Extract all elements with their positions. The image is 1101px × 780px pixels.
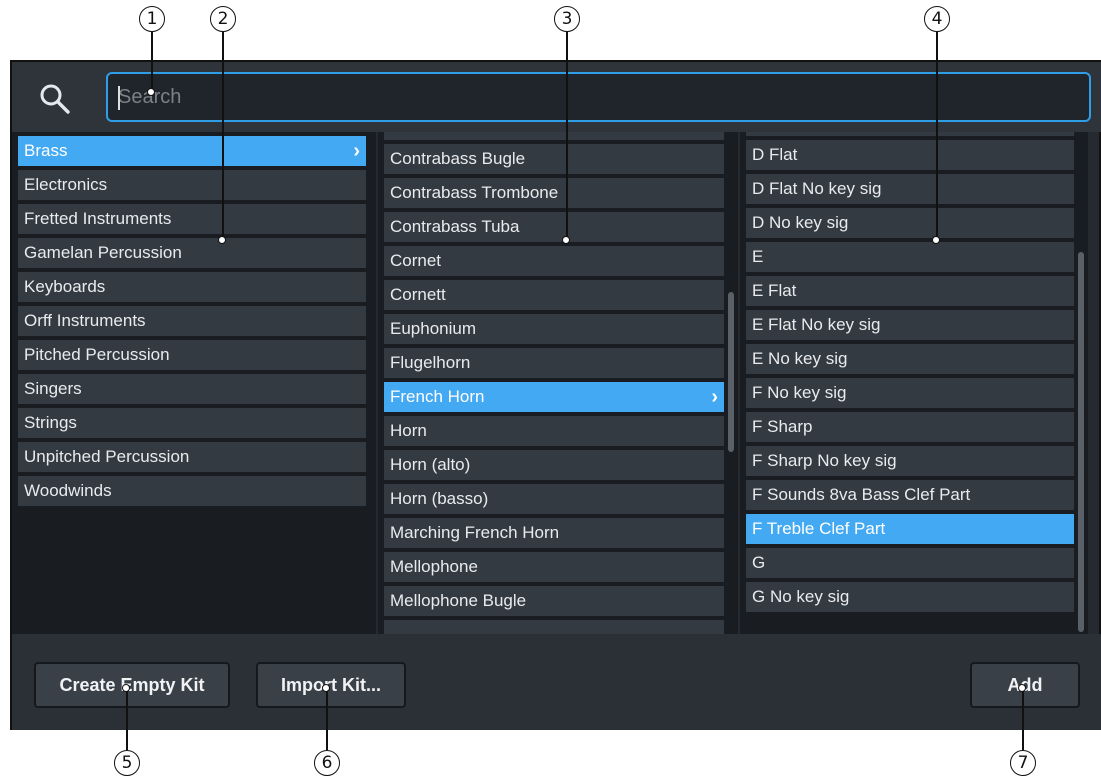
dialog-footer: Create Empty Kit Import Kit... Add	[12, 634, 1101, 730]
category-item-orff-instruments[interactable]: Orff Instruments	[18, 306, 366, 336]
category-item-unpitched-percussion[interactable]: Unpitched Percussion	[18, 442, 366, 472]
category-item-fretted-instruments[interactable]: Fretted Instruments	[18, 204, 366, 234]
callout-anchor-2	[218, 236, 226, 244]
instrument-item[interactable]: Horn (alto)	[384, 450, 724, 480]
instrument-item[interactable]: Mellophone	[384, 552, 724, 582]
variant-item[interactable]: D Flat No key sig	[746, 174, 1074, 204]
category-item-electronics[interactable]: Electronics	[18, 170, 366, 200]
instrument-item-french-horn[interactable]: French Horn ›	[384, 382, 724, 412]
variant-item-f-treble-clef-part[interactable]: F Treble Clef Part	[746, 514, 1074, 544]
instrument-item[interactable]: Contrabass Bugle	[384, 144, 724, 174]
category-item-brass[interactable]: Brass ›	[18, 136, 366, 166]
instrument-item[interactable]: Euphonium	[384, 314, 724, 344]
create-empty-kit-button[interactable]: Create Empty Kit	[34, 662, 230, 708]
variant-item[interactable]: E Flat	[746, 276, 1074, 306]
instrument-item[interactable]: Horn	[384, 416, 724, 446]
leader-6	[326, 686, 328, 750]
callout-anchor-1	[147, 88, 155, 96]
instrument-item[interactable]: Contrabass Trombone	[384, 178, 724, 208]
callout-anchor-7	[1018, 684, 1026, 692]
leader-1	[151, 32, 153, 92]
search-input[interactable]	[106, 72, 1091, 122]
variant-item[interactable]: G	[746, 548, 1074, 578]
variant-item[interactable]: E No key sig	[746, 344, 1074, 374]
instrument-item[interactable]: Marching French Horn	[384, 518, 724, 548]
instrument-item[interactable]: Cornett	[384, 280, 724, 310]
partial-item-top	[746, 132, 1074, 136]
instrument-item[interactable]: Horn (basso)	[384, 484, 724, 514]
category-item-strings[interactable]: Strings	[18, 408, 366, 438]
variant-item[interactable]: F Sharp	[746, 412, 1074, 442]
callout-anchor-4	[932, 236, 940, 244]
instrument-item[interactable]: Cornet	[384, 246, 724, 276]
category-item-singers[interactable]: Singers	[18, 374, 366, 404]
callout-anchor-5	[122, 684, 130, 692]
callout-6: 6	[314, 750, 340, 776]
leader-7	[1022, 686, 1024, 750]
callout-5: 5	[114, 750, 140, 776]
category-item-gamelan-percussion[interactable]: Gamelan Percussion	[18, 238, 366, 268]
category-item-pitched-percussion[interactable]: Pitched Percussion	[18, 340, 366, 370]
callout-7: 7	[1010, 750, 1036, 776]
callout-3: 3	[554, 6, 580, 32]
scrollbar-thumb[interactable]	[1078, 252, 1084, 632]
leader-3	[566, 32, 568, 240]
variant-item[interactable]: F Sharp No key sig	[746, 446, 1074, 476]
scrollbar-thumb[interactable]	[728, 292, 734, 452]
callout-anchor-6	[322, 684, 330, 692]
category-item-keyboards[interactable]: Keyboards	[18, 272, 366, 302]
variant-item[interactable]: D Flat	[746, 140, 1074, 170]
variant-item[interactable]: E Flat No key sig	[746, 310, 1074, 340]
callout-1: 1	[139, 6, 165, 32]
partial-item-top	[384, 132, 724, 140]
callout-2: 2	[210, 6, 236, 32]
import-kit-button[interactable]: Import Kit...	[256, 662, 406, 708]
leader-5	[126, 686, 128, 750]
chevron-right-icon: ›	[711, 386, 718, 408]
leader-4	[936, 32, 938, 240]
instrument-item[interactable]: Mellophone Bugle	[384, 586, 724, 616]
instrument-list: Contrabass Bugle Contrabass Trombone Con…	[378, 132, 738, 634]
variant-item[interactable]: F Sounds 8va Bass Clef Part	[746, 480, 1074, 510]
chevron-right-icon: ›	[353, 140, 360, 162]
variant-item[interactable]: F No key sig	[746, 378, 1074, 408]
partial-item-bottom	[384, 620, 724, 634]
search-bar	[12, 62, 1101, 132]
category-item-woodwinds[interactable]: Woodwinds	[18, 476, 366, 506]
instrument-item[interactable]: Flugelhorn	[384, 348, 724, 378]
instrument-item[interactable]: Contrabass Tuba	[384, 212, 724, 242]
text-caret	[118, 86, 120, 110]
callout-anchor-3	[562, 236, 570, 244]
variant-item[interactable]: E	[746, 242, 1074, 272]
variant-list: D Flat D Flat No key sig D No key sig E …	[740, 132, 1088, 634]
variant-item[interactable]: D No key sig	[746, 208, 1074, 238]
category-list: Brass › Electronics Fretted Instruments G…	[12, 132, 376, 634]
variant-item[interactable]: G No key sig	[746, 582, 1074, 612]
leader-2	[222, 32, 224, 240]
callout-4: 4	[924, 6, 950, 32]
search-icon	[40, 84, 70, 114]
